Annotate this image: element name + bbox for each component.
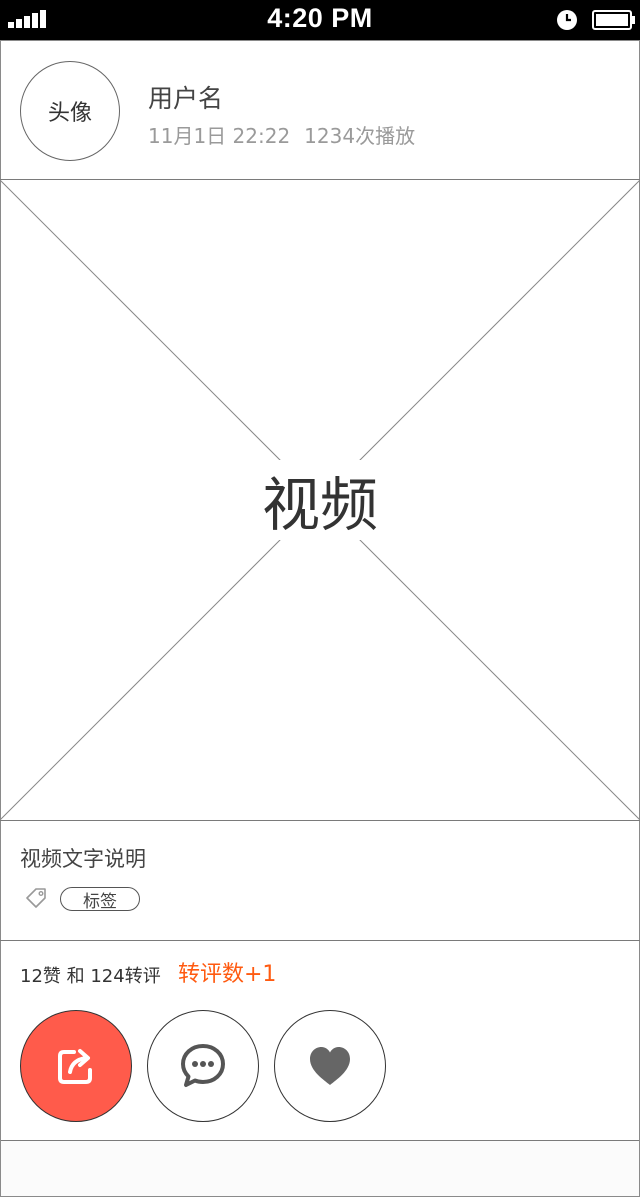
play-count: 1234次播放 xyxy=(304,124,416,148)
comment-icon xyxy=(181,1044,225,1087)
repost-count-increment: 转评数+1 xyxy=(178,962,277,987)
video-caption: 视频文字说明 xyxy=(20,847,146,871)
share-button[interactable] xyxy=(20,1010,132,1122)
caption-section: 视频文字说明 标签 xyxy=(0,821,640,941)
status-bar: 4:20 PM xyxy=(0,0,640,40)
post-meta: 11月1日 22:22 1234次播放 xyxy=(148,120,429,149)
username[interactable]: 用户名 xyxy=(148,79,223,115)
tag-label: 标签 xyxy=(83,891,117,912)
avatar[interactable]: 头像 xyxy=(20,61,120,161)
bottom-bar xyxy=(1,1140,639,1196)
engagement-stats: 12赞 和 124转评 xyxy=(20,966,161,987)
post-header: 头像 用户名 11月1日 22:22 1234次播放 xyxy=(0,41,640,180)
like-button[interactable] xyxy=(274,1010,386,1122)
share-icon xyxy=(58,1049,92,1084)
tag-chip[interactable]: 标签 xyxy=(60,887,140,912)
video-player[interactable]: 视频 xyxy=(0,180,640,821)
heart-icon xyxy=(310,1047,350,1085)
battery-icon xyxy=(592,10,635,30)
tag-icon xyxy=(26,888,46,908)
avatar-label: 头像 xyxy=(47,101,92,126)
video-label: 视频 xyxy=(220,460,420,540)
alarm-icon xyxy=(557,10,577,30)
comment-button[interactable] xyxy=(147,1010,259,1122)
post-date: 11月1日 22:22 xyxy=(148,124,291,148)
status-time: 4:20 PM xyxy=(267,3,373,33)
